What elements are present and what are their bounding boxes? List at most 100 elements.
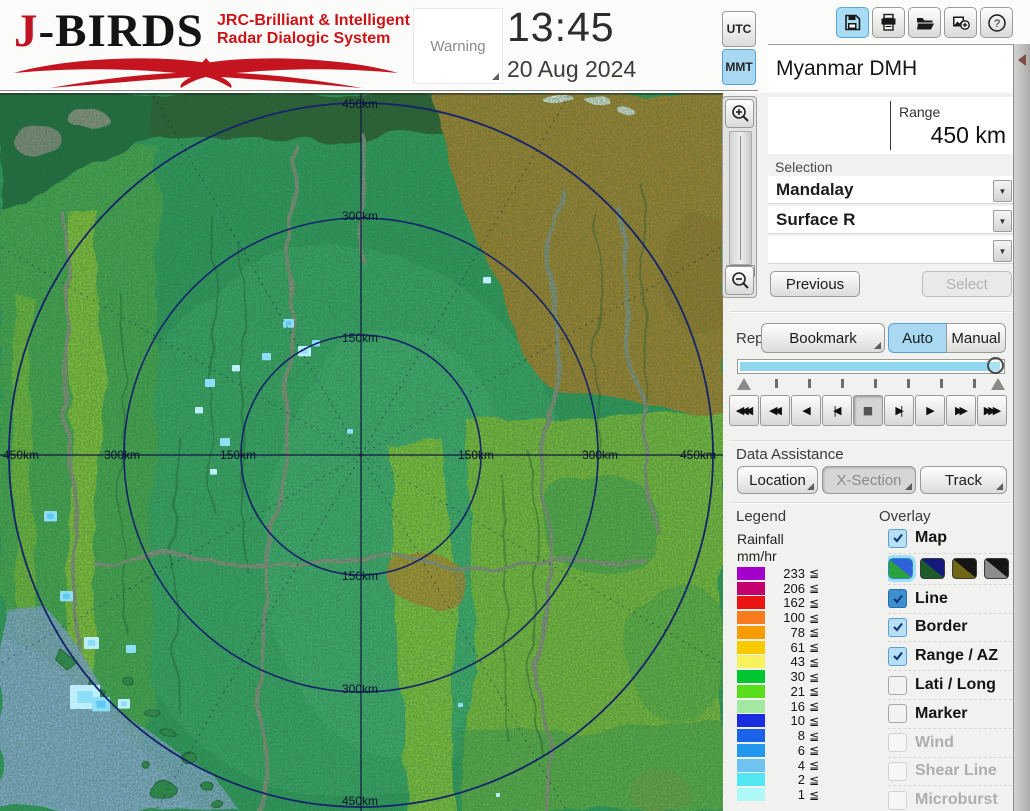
zoom-out-button[interactable]	[725, 266, 754, 295]
playback-fast-rewind-2-button[interactable]: ◀◀	[760, 395, 790, 426]
track-button[interactable]: Track	[920, 466, 1007, 494]
selection-dropdown-2[interactable]: Surface R ▼	[768, 206, 1014, 234]
header-separator	[0, 90, 758, 91]
legend-color-swatch	[737, 788, 765, 802]
range-box: Range 450 km	[768, 97, 1014, 154]
selection-label: Selection	[775, 159, 833, 175]
overlay-row-range-az: Range / AZ	[888, 641, 1012, 670]
legend-value: 2	[797, 772, 805, 788]
overlay-row-microburst: Microburst	[888, 785, 1012, 811]
range-end-marker[interactable]	[991, 378, 1005, 390]
playback-step-back-button[interactable]: |◀	[822, 395, 852, 426]
map-style-navy-darkgreen-swatch[interactable]	[920, 558, 945, 580]
range-ring-label: 450km	[3, 448, 40, 462]
radar-map-display[interactable]: 450km 300km 150km 450km 300km 150km 150km 300km…	[0, 93, 723, 811]
legend-row: 61 ≦	[737, 640, 855, 655]
playback-fast-forward-2-button[interactable]: ▶▶	[946, 395, 976, 426]
panel-collapse-strip[interactable]	[1013, 44, 1030, 811]
logo-subtitle-line2: Radar Dialogic System	[217, 30, 391, 47]
collapse-left-arrow-icon[interactable]	[1018, 54, 1026, 66]
legend-color-swatch	[737, 640, 765, 654]
range-start-marker[interactable]	[737, 378, 751, 390]
chevron-down-icon[interactable]: ▼	[993, 210, 1012, 232]
playback-fast-forward-3-button[interactable]: ▶▶▶	[977, 395, 1007, 426]
legend-lte-symbol: ≦	[809, 713, 820, 728]
legend-lte-symbol: ≦	[809, 625, 820, 640]
legend-value: 162	[783, 595, 805, 611]
open-file-button[interactable]	[908, 7, 941, 38]
marker-checkbox[interactable]	[888, 704, 907, 724]
timeline-tick	[841, 379, 844, 388]
overlay-item-label: Border	[915, 618, 968, 636]
range-ring-label: 150km	[220, 448, 257, 462]
legend-row: 10 ≦	[737, 713, 855, 728]
lati-long-checkbox[interactable]	[888, 675, 907, 695]
mmt-toggle-button[interactable]: MMT	[722, 49, 756, 85]
overlay-row-wind: Wind	[888, 727, 1012, 757]
help-button[interactable]: ?	[980, 7, 1013, 38]
legend-color-swatch	[737, 670, 765, 684]
border-checkbox[interactable]	[888, 617, 907, 637]
auto-mode-button[interactable]: Auto	[888, 323, 947, 353]
map-checkbox[interactable]	[888, 528, 907, 548]
capture-image-button[interactable]	[944, 7, 977, 38]
location-button[interactable]: Location	[737, 466, 818, 494]
legend-row: 78 ≦	[737, 625, 855, 640]
legend-lte-symbol: ≦	[809, 654, 820, 669]
check-icon	[892, 594, 903, 604]
range-ring-label: 300km	[104, 448, 141, 462]
legend-row: 162 ≦	[737, 595, 855, 611]
map-zoom-control	[722, 96, 757, 298]
legend-lte-symbol: ≦	[809, 728, 820, 743]
map-style-green-blue-swatch[interactable]	[888, 558, 913, 580]
range-az-checkbox[interactable]	[888, 646, 907, 666]
overlay-row-border: Border	[888, 612, 1012, 642]
chevron-down-icon[interactable]: ▼	[993, 180, 1012, 202]
replay-slider-fill	[740, 362, 1000, 371]
selection-dropdown-1[interactable]: Mandalay ▼	[768, 176, 1014, 204]
legend-row: 6 ≦	[737, 743, 855, 758]
playback-play-button[interactable]: ▶	[915, 395, 945, 426]
playback-step-forward-button[interactable]: ▶|	[884, 395, 914, 426]
map-style-black-olive-swatch[interactable]	[952, 558, 977, 580]
selection-dropdown-3[interactable]: ▼	[768, 236, 1014, 264]
zoom-in-button[interactable]	[725, 99, 754, 128]
replay-slider-handle[interactable]	[987, 357, 1004, 374]
previous-button[interactable]: Previous	[770, 271, 860, 297]
line-checkbox[interactable]	[888, 589, 907, 609]
zoom-slider-track[interactable]	[729, 131, 752, 265]
map-style-black-gray-swatch[interactable]	[984, 558, 1009, 580]
legend-color-swatch	[737, 611, 765, 625]
legend-lte-symbol: ≦	[809, 743, 820, 758]
x-section-button[interactable]: X-Section	[822, 466, 916, 494]
legend-color-swatch	[737, 714, 765, 728]
range-divider	[890, 101, 891, 150]
playback-fast-rewind-3-button[interactable]: ◀◀◀	[729, 395, 759, 426]
wind-checkbox	[888, 733, 907, 753]
print-button[interactable]	[872, 7, 905, 38]
timeline-tick	[808, 379, 811, 388]
legend-color-swatch	[737, 684, 765, 698]
legend-row: 21 ≦	[737, 684, 855, 699]
panel-separator	[768, 44, 1014, 45]
warning-label: Warning	[430, 37, 486, 55]
utc-toggle-button[interactable]: UTC	[722, 11, 756, 47]
legend-row: 16 ≦	[737, 699, 855, 714]
legend-value: 6	[797, 742, 805, 758]
save-button[interactable]	[836, 7, 869, 38]
manual-mode-button[interactable]: Manual	[946, 323, 1006, 353]
playback-stop-button[interactable]: ■	[853, 395, 883, 426]
open-folder-icon	[916, 18, 934, 30]
eagle-icon	[14, 58, 398, 88]
playback-play-reverse-button[interactable]: ◀	[791, 395, 821, 426]
warning-panel-button[interactable]: Warning	[413, 8, 503, 84]
replay-timeline-slider[interactable]	[737, 357, 1005, 374]
logo-j: J	[14, 5, 39, 57]
legend-lte-symbol: ≦	[809, 787, 820, 802]
zoom-slider-line	[740, 136, 741, 260]
legend-value: 78	[790, 624, 805, 640]
chevron-down-icon[interactable]: ▼	[993, 240, 1012, 262]
legend-row: 206 ≦	[737, 581, 855, 596]
bookmark-button[interactable]: Bookmark	[761, 323, 885, 353]
range-ring-label: 450km	[680, 448, 717, 462]
